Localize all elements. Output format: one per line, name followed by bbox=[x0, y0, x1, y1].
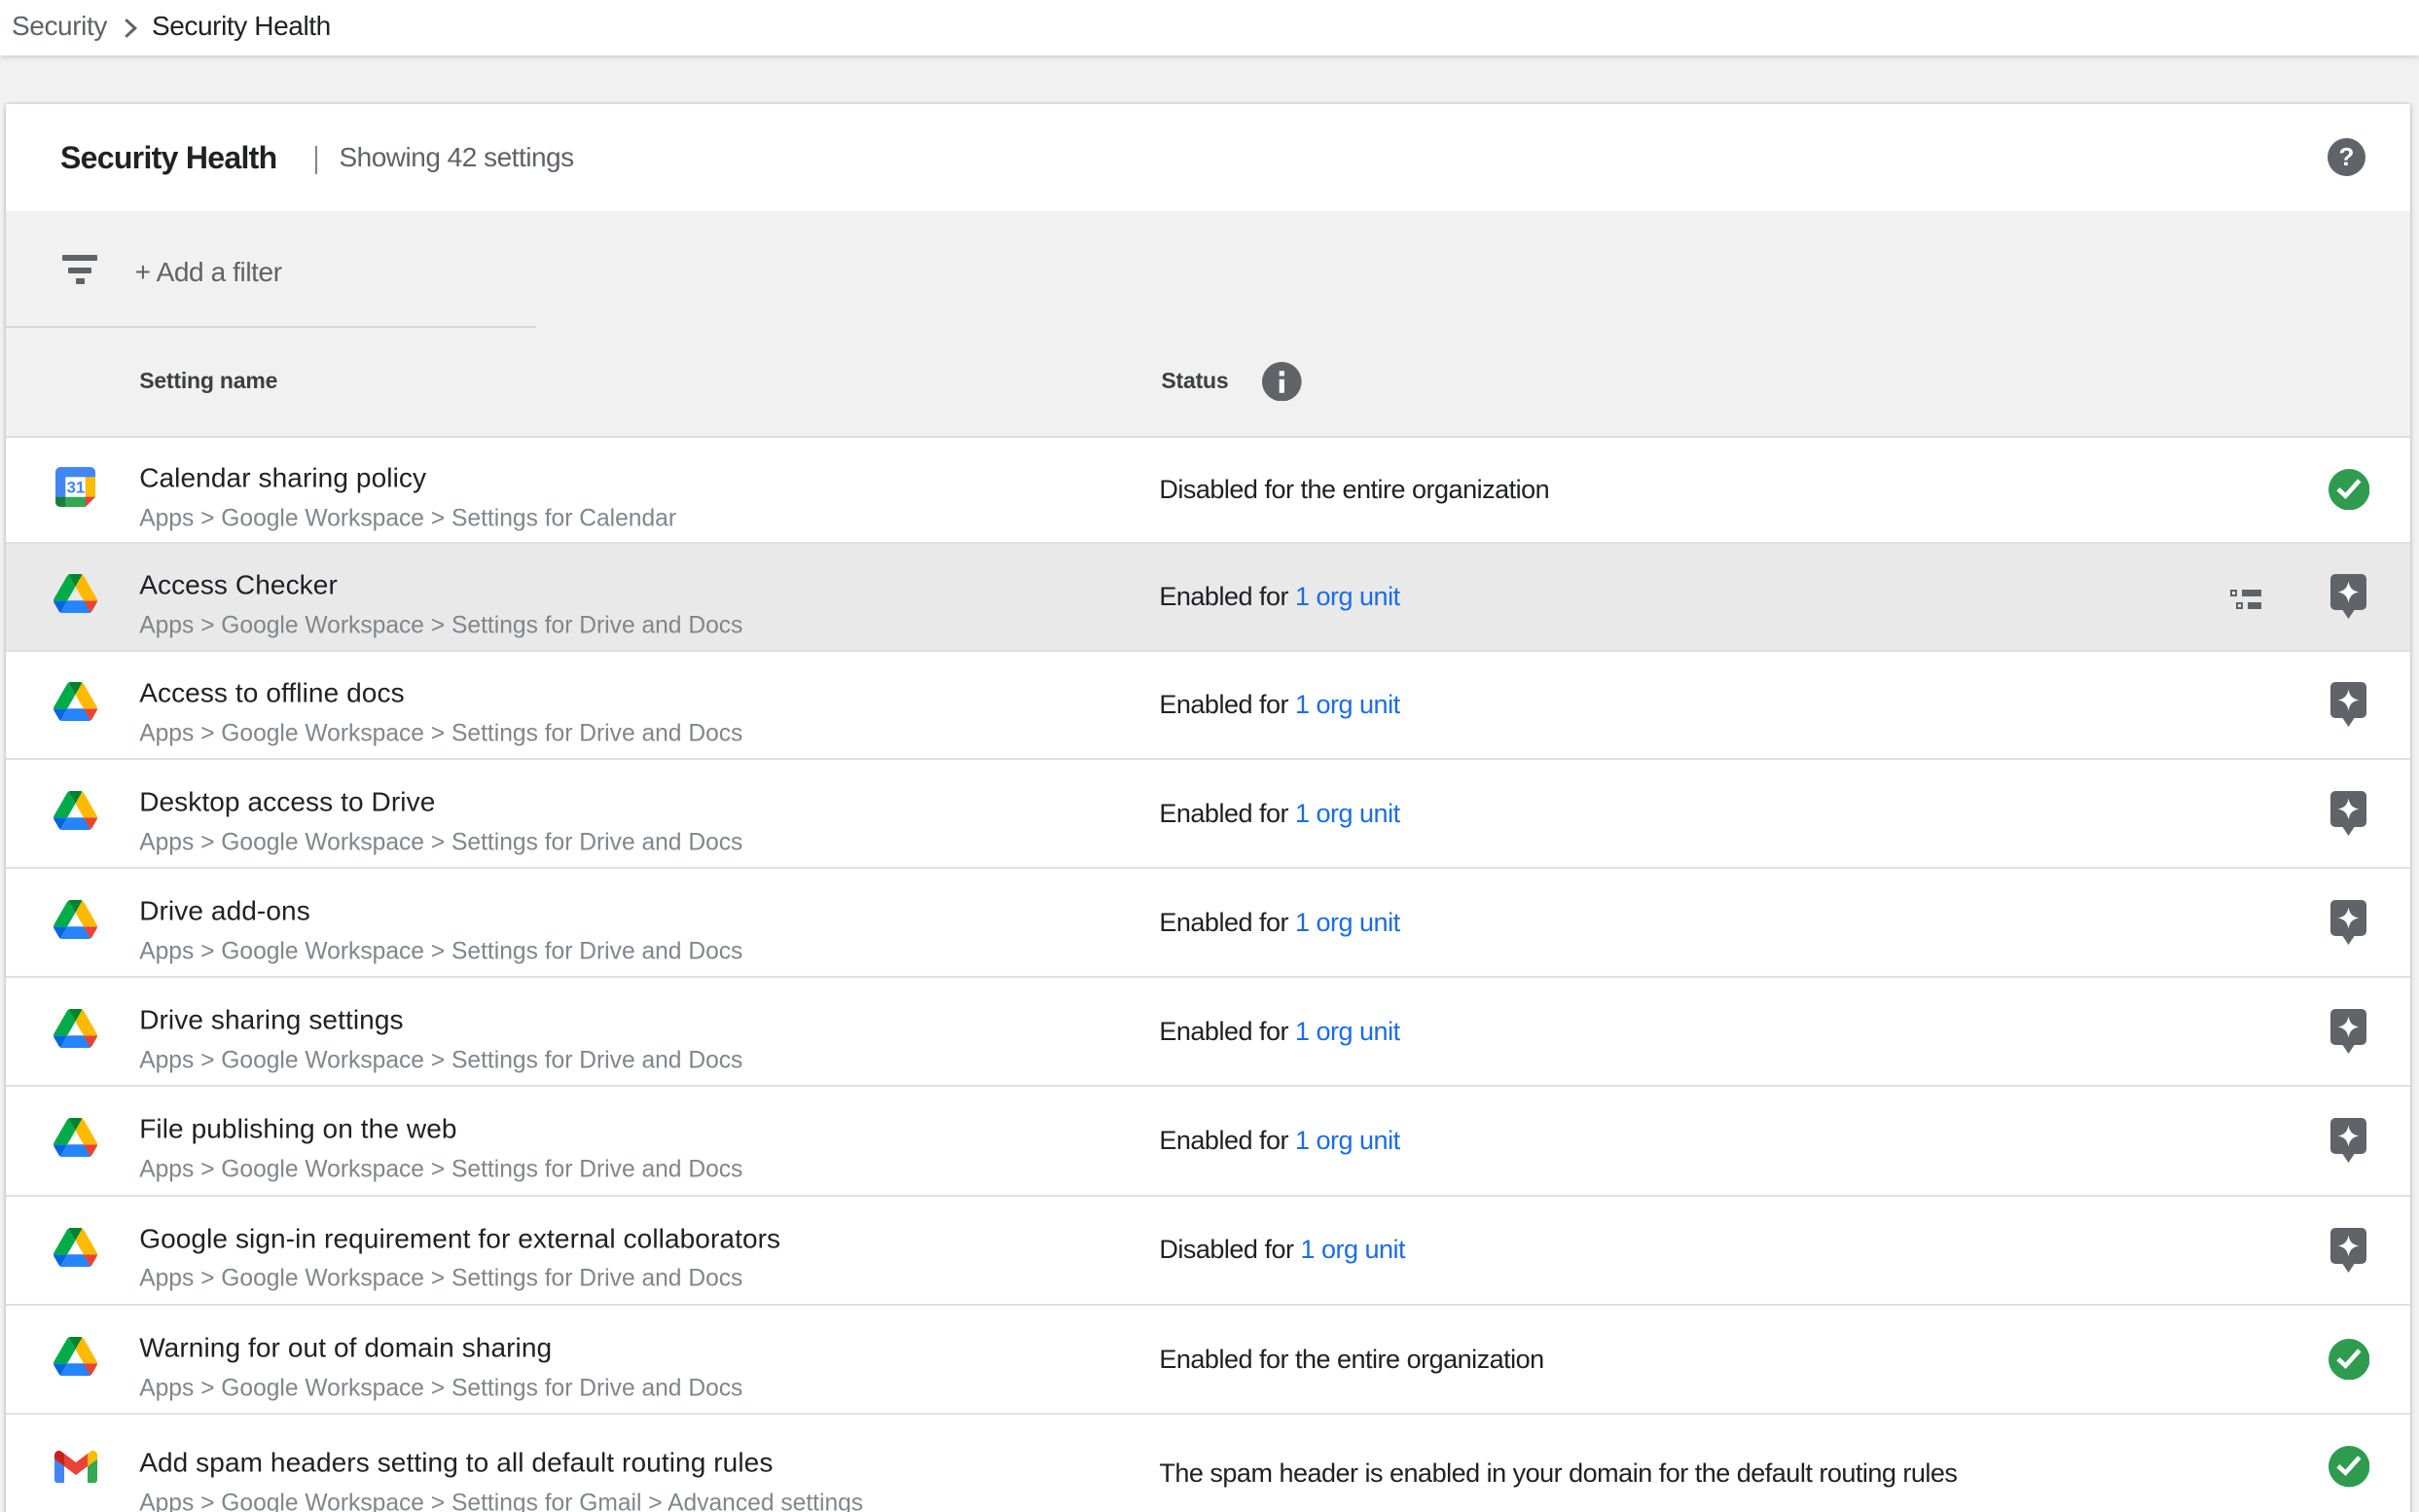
svg-text:31: 31 bbox=[67, 478, 86, 496]
